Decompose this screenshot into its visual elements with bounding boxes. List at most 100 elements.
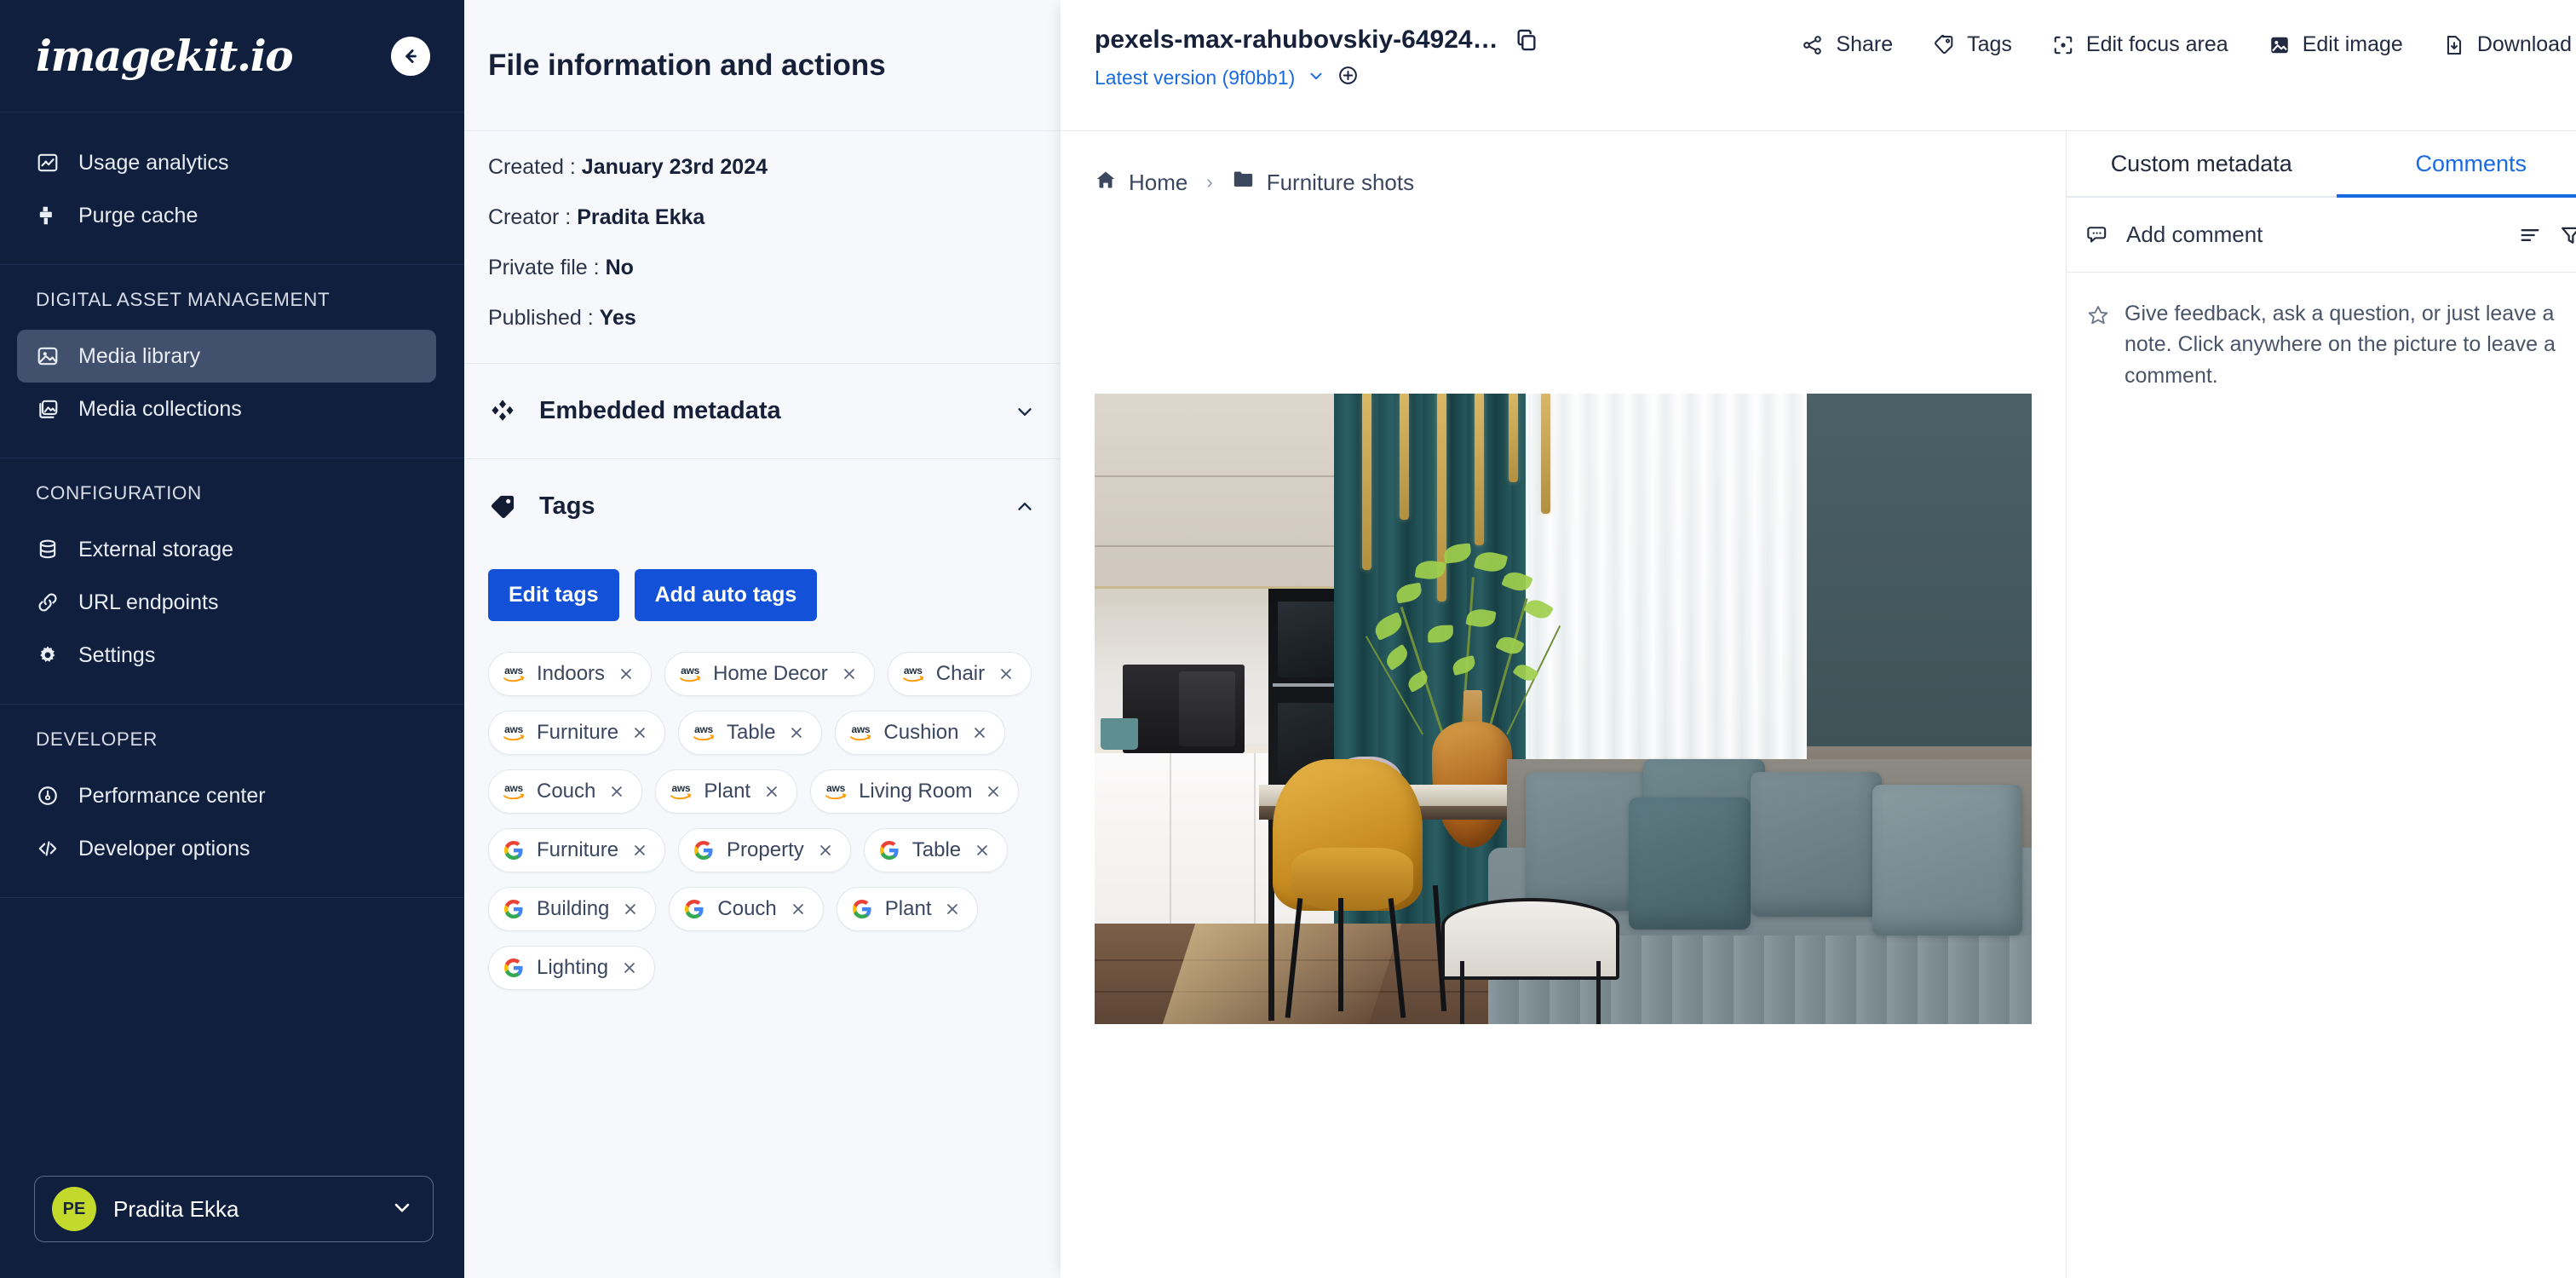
remove-tag-icon[interactable]	[970, 723, 989, 742]
file-info-row: Creator : Pradita Ekka	[488, 205, 1037, 230]
tag-chip[interactable]: aws Couch	[488, 769, 643, 814]
sidebar-item-url-endpoints[interactable]: URL endpoints	[17, 576, 436, 629]
remove-tag-icon[interactable]	[762, 782, 781, 801]
speedometer-icon	[36, 784, 60, 808]
remove-tag-icon[interactable]	[617, 665, 635, 683]
sidebar-item-performance-center[interactable]: Performance center	[17, 769, 436, 822]
breadcrumb-item-folder[interactable]: Furniture shots	[1232, 168, 1414, 197]
sidebar-item-developer-options[interactable]: Developer options	[17, 822, 436, 875]
sidebar-item-label: Media collections	[78, 396, 242, 421]
tag-chip[interactable]: Lighting	[488, 946, 656, 990]
remove-tag-icon[interactable]	[816, 841, 835, 860]
remove-tag-icon[interactable]	[973, 841, 992, 860]
aws-icon: aws	[670, 782, 692, 801]
sidebar-item-label: Media library	[78, 343, 201, 368]
tab-custom-metadata[interactable]: Custom metadata	[2067, 131, 2337, 196]
action-label: Share	[1836, 32, 1894, 56]
tag-label: Table	[727, 721, 776, 744]
add-auto-tags-button[interactable]: Add auto tags	[634, 569, 818, 621]
sidebar-item-settings[interactable]: Settings	[17, 629, 436, 682]
remove-tag-icon[interactable]	[997, 665, 1015, 683]
tag-label: Living Room	[859, 780, 973, 803]
folder-icon	[1232, 168, 1255, 197]
tag-chip[interactable]: aws Furniture	[488, 711, 666, 755]
chevron-up-icon[interactable]	[1013, 495, 1037, 519]
imagekit-logo: imagekit.io	[36, 31, 294, 81]
collapse-sidebar-button[interactable]	[391, 36, 430, 76]
copy-icon[interactable]	[1514, 27, 1539, 53]
tag-action-buttons: Edit tags Add auto tags	[464, 554, 1061, 642]
tag-chip[interactable]: aws Table	[678, 711, 823, 755]
sidebar-item-label: URL endpoints	[78, 590, 219, 614]
remove-tag-icon[interactable]	[621, 900, 640, 918]
sidebar-item-label: Settings	[78, 642, 156, 667]
edit-image-button[interactable]: Edit image	[2268, 32, 2403, 57]
tag-chip[interactable]: Plant	[836, 887, 979, 931]
tag-chip[interactable]: aws Living Room	[810, 769, 1020, 814]
tag-icon	[488, 492, 517, 521]
tag-chip[interactable]: Couch	[669, 887, 824, 931]
pin-icon	[2087, 304, 2109, 326]
remove-tag-icon[interactable]	[607, 782, 626, 801]
edit-tags-button[interactable]: Edit tags	[488, 569, 619, 621]
add-comment-label[interactable]: Add comment	[2126, 222, 2502, 248]
aws-icon: aws	[503, 723, 525, 742]
tag-chip[interactable]: aws Home Decor	[664, 652, 875, 696]
sidebar-item-purge-cache[interactable]: Purge cache	[17, 189, 436, 242]
edit-focus-area-button[interactable]: Edit focus area	[2051, 32, 2228, 57]
user-menu-button[interactable]: PE Pradita Ekka	[34, 1176, 434, 1242]
tag-chip[interactable]: Table	[863, 828, 1009, 872]
breadcrumb-item-home[interactable]: Home	[1095, 169, 1187, 197]
sort-icon[interactable]	[2517, 222, 2543, 248]
sidebar-item-usage-analytics[interactable]: Usage analytics	[17, 136, 436, 189]
breadcrumb-separator: ›	[1206, 171, 1213, 193]
download-button[interactable]: Download	[2442, 32, 2572, 57]
tag-chip[interactable]: aws Plant	[655, 769, 798, 814]
tag-label: Lighting	[537, 956, 609, 979]
tag-chip[interactable]: aws Indoors	[488, 652, 653, 696]
tag-chip[interactable]: Furniture	[488, 828, 666, 872]
tag-chip[interactable]: aws Cushion	[835, 711, 1006, 755]
chart-icon	[36, 151, 60, 175]
sidebar-item-media-library[interactable]: Media library	[17, 330, 436, 383]
embedded-metadata-section-header[interactable]: Embedded metadata	[464, 363, 1061, 458]
hint-text: Give feedback, ask a question, or just l…	[2125, 302, 2556, 388]
field-value: No	[605, 256, 634, 279]
version-label[interactable]: Latest version (9f0bb1)	[1095, 66, 1295, 89]
sidebar-item-external-storage[interactable]: External storage	[17, 523, 436, 576]
share-button[interactable]: Share	[1801, 32, 1893, 57]
tags-section-header[interactable]: Tags	[464, 458, 1061, 554]
asset-preview-image[interactable]	[1095, 394, 2032, 1024]
tag-chip[interactable]: Building	[488, 887, 657, 931]
sidebar-item-label: Usage analytics	[78, 150, 229, 175]
share-icon	[1801, 33, 1825, 57]
main-content: pexels-max-rahubovskiy-64924… Latest ver…	[1061, 0, 2576, 1278]
remove-tag-icon[interactable]	[984, 782, 1003, 801]
file-info-panel: File information and actions Created : J…	[464, 0, 1061, 1278]
google-icon	[851, 900, 873, 918]
remove-tag-icon[interactable]	[620, 958, 639, 977]
action-label: Edit focus area	[2085, 32, 2228, 56]
plus-circle-icon[interactable]	[1337, 65, 1359, 90]
breadcrumb-label: Home	[1129, 169, 1188, 195]
remove-tag-icon[interactable]	[943, 900, 962, 918]
chevron-down-icon[interactable]	[1307, 66, 1325, 89]
google-icon	[503, 958, 525, 977]
tag-label: Cushion	[883, 721, 959, 744]
remove-tag-icon[interactable]	[630, 723, 649, 742]
tag-chip[interactable]: Property	[678, 828, 851, 872]
remove-tag-icon[interactable]	[630, 841, 649, 860]
tab-comments[interactable]: Comments	[2336, 131, 2576, 198]
chevron-down-icon[interactable]	[1013, 400, 1037, 423]
remove-tag-icon[interactable]	[840, 665, 859, 683]
tag-chip[interactable]: aws Chair	[887, 652, 1032, 696]
remove-tag-icon[interactable]	[787, 723, 806, 742]
tags-button[interactable]: Tags	[1932, 32, 2012, 57]
aws-icon: aws	[693, 723, 715, 742]
details-sidebar: Custom metadata Comments Add comment Giv…	[2066, 131, 2576, 1278]
tag-label: Furniture	[537, 721, 619, 744]
remove-tag-icon[interactable]	[789, 900, 808, 918]
sidebar-item-label: External storage	[78, 537, 234, 561]
sidebar-item-media-collections[interactable]: Media collections	[17, 383, 436, 435]
filter-icon[interactable]	[2558, 222, 2576, 248]
